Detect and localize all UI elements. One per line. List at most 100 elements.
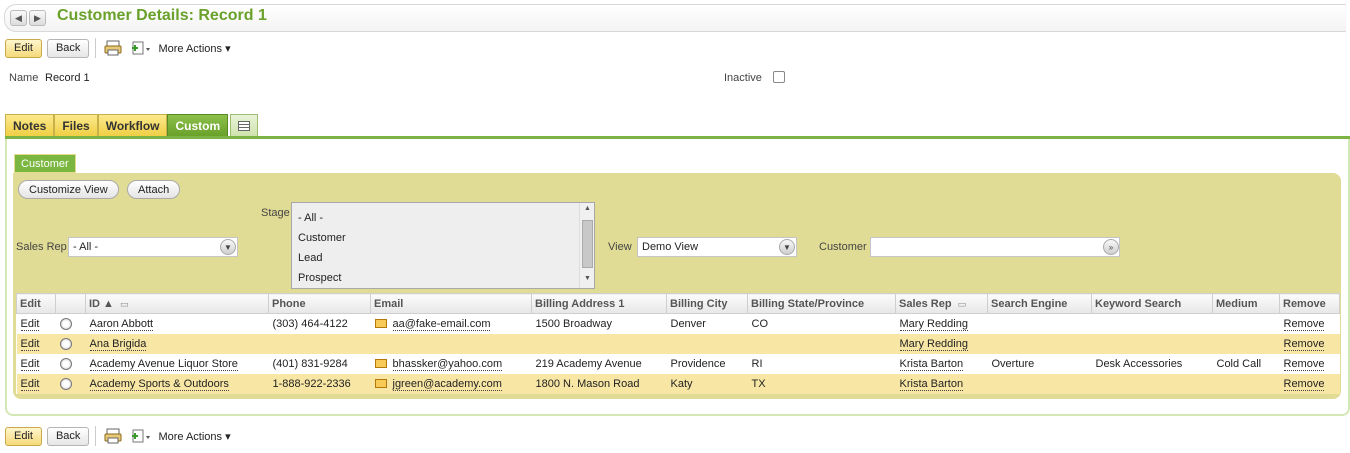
toolbar-divider [95,426,97,446]
sales-rep-link[interactable]: Krista Barton [899,357,964,371]
stage-label: Stage [261,207,290,219]
inactive-checkbox[interactable] [773,71,785,83]
col-header-preview [55,293,86,314]
table-header-row: Edit ID ▲ ▭ Phone Email Billing Address 1… [16,293,1340,314]
scroll-down-icon[interactable]: ▼ [580,275,595,287]
tab-files[interactable]: Files [54,114,98,136]
edit-button[interactable]: Edit [5,38,42,58]
email-cell [370,333,532,354]
subtab-customer[interactable]: Customer [14,154,76,173]
print-icon[interactable] [102,426,124,446]
stage-scrollbar[interactable]: ▲ ▼ [579,203,594,288]
scroll-thumb[interactable] [582,220,593,268]
scroll-up-icon[interactable]: ▲ [580,205,595,217]
preview-icon[interactable] [59,337,72,350]
customer-input[interactable]: » [870,237,1120,257]
email-link[interactable]: bhassker@yahoo.com [392,357,503,371]
comment-icon[interactable]: ▭ [958,299,967,309]
col-header-keyword-search[interactable]: Keyword Search [1091,293,1213,314]
edit-button[interactable]: Edit [5,426,42,446]
edit-link[interactable]: Edit [20,377,40,391]
col-header-medium[interactable]: Medium [1212,293,1280,314]
remove-link[interactable]: Remove [1283,357,1325,371]
email-icon[interactable] [374,319,387,329]
email-icon[interactable] [374,379,387,389]
state-cell [747,333,896,354]
preview-icon[interactable] [59,317,72,330]
sales-rep-label: Sales Rep [16,241,67,253]
arrow-left-icon[interactable]: ◀ [10,10,27,26]
col-header-email[interactable]: Email [370,293,532,314]
customer-label: Customer [819,241,867,253]
customize-view-button[interactable]: Customize View [18,180,119,199]
inactive-label: Inactive [724,72,762,84]
sales-rep-value: - All - [73,241,99,253]
remove-link[interactable]: Remove [1283,317,1325,331]
col-header-billing-state[interactable]: Billing State/Province [747,293,896,314]
state-cell: TX [747,373,896,394]
email-link[interactable]: aa@fake-email.com [392,317,491,331]
customer-table: Edit ID ▲ ▭ Phone Email Billing Address 1… [16,293,1340,394]
col-header-phone[interactable]: Phone [268,293,371,314]
print-icon[interactable] [102,38,124,58]
edit-link[interactable]: Edit [20,357,40,371]
list-view-icon[interactable] [230,114,259,136]
phone-cell: (401) 831-9284 [268,353,371,374]
comment-icon[interactable]: ▭ [120,299,129,309]
sales-rep-link[interactable]: Mary Redding [899,337,968,351]
address-cell: 219 Academy Avenue [531,353,667,374]
remove-link[interactable]: Remove [1283,337,1325,351]
preview-icon[interactable] [59,357,72,370]
col-header-sales-rep-label: Sales Rep [899,297,952,310]
email-link[interactable]: jgreen@academy.com [392,377,502,391]
more-actions-menu[interactable]: More Actions ▾ [158,42,230,55]
table-row: Edit Ana Brigida Mary Redding Remove [16,333,1340,354]
new-record-icon[interactable] [130,38,152,58]
chevron-down-icon[interactable]: ▼ [220,239,236,255]
bottom-toolbar: Edit Back More Actions ▾ [5,426,231,446]
tab-workflow[interactable]: Workflow [97,114,168,136]
stage-listbox[interactable]: - All - Customer Lead Prospect ▲ ▼ [291,202,595,289]
stage-option[interactable]: Customer [292,228,594,248]
col-header-billing-city[interactable]: Billing City [666,293,748,314]
tab-notes[interactable]: Notes [5,114,55,136]
medium-cell [1212,373,1280,394]
edit-link[interactable]: Edit [20,317,40,331]
edit-link[interactable]: Edit [20,337,40,351]
col-header-search-engine[interactable]: Search Engine [987,293,1092,314]
customer-id-link[interactable]: Academy Sports & Outdoors [89,377,229,391]
chevron-down-icon[interactable]: ▼ [779,239,795,255]
stage-option[interactable]: Prospect [292,268,594,288]
customer-id-link[interactable]: Ana Brigida [89,337,147,351]
city-cell: Katy [666,373,748,394]
col-header-id[interactable]: ID ▲ ▭ [85,293,269,314]
medium-cell [1212,333,1280,354]
view-select[interactable]: Demo View ▼ [637,237,797,257]
preview-icon[interactable] [59,377,72,390]
stage-option[interactable]: Lead [292,248,594,268]
stage-option[interactable]: - All - [292,208,594,228]
tab-custom[interactable]: Custom [167,114,229,136]
back-button[interactable]: Back [46,38,90,58]
sales-rep-select[interactable]: - All - ▼ [68,237,238,257]
back-button[interactable]: Back [46,426,90,446]
col-header-remove[interactable]: Remove [1279,293,1340,314]
col-header-edit[interactable]: Edit [16,293,56,314]
phone-cell: (303) 464-4122 [268,313,371,334]
city-cell: Denver [666,313,748,334]
customer-id-link[interactable]: Academy Avenue Liquor Store [89,357,238,371]
sales-rep-link[interactable]: Krista Barton [899,377,964,391]
table-row: Edit Academy Sports & Outdoors 1-888-922… [16,373,1340,394]
email-icon[interactable] [374,359,387,369]
double-chevron-right-icon[interactable]: » [1103,239,1119,255]
col-header-sales-rep[interactable]: Sales Rep ▭ [895,293,988,314]
address-cell: 1800 N. Mason Road [531,373,667,394]
sales-rep-link[interactable]: Mary Redding [899,317,968,331]
attach-button[interactable]: Attach [127,180,181,199]
more-actions-menu[interactable]: More Actions ▾ [158,430,230,443]
customer-id-link[interactable]: Aaron Abbott [89,317,154,331]
col-header-billing-address[interactable]: Billing Address 1 [531,293,667,314]
remove-link[interactable]: Remove [1283,377,1325,391]
arrow-right-icon[interactable]: ▶ [29,10,46,26]
new-record-icon[interactable] [130,426,152,446]
